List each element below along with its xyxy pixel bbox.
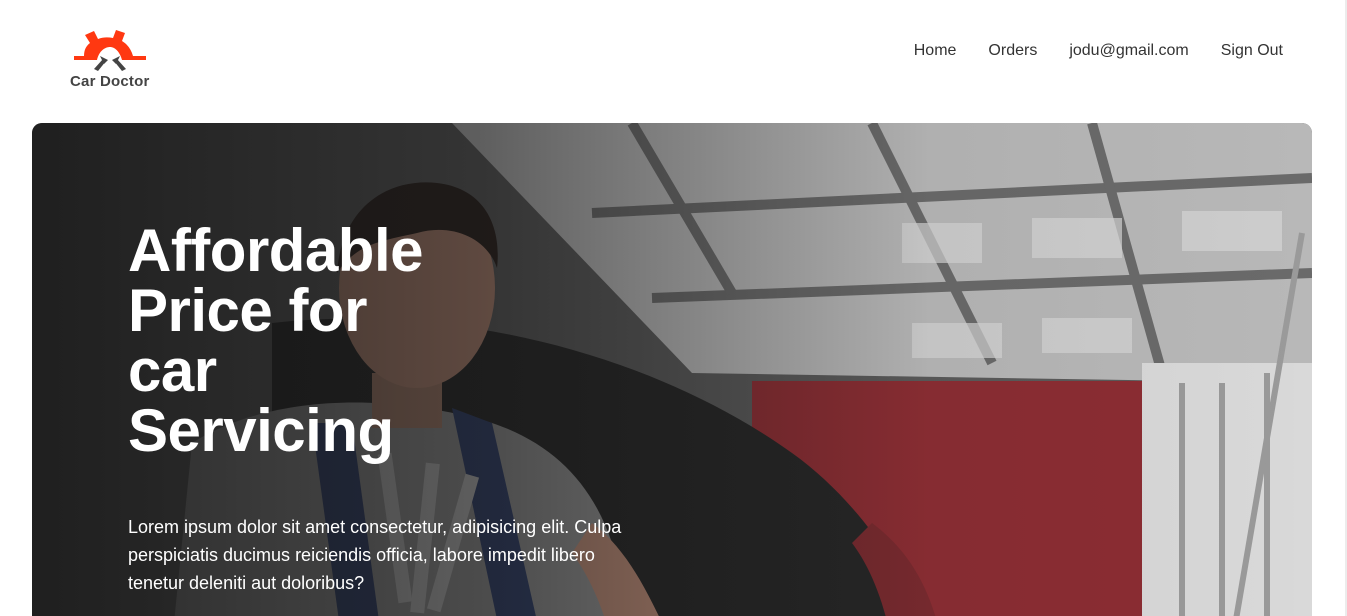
nav-sign-out-link[interactable]: Sign Out <box>1221 41 1283 61</box>
navbar: Car Doctor Home Orders jodu@gmail.com Si… <box>0 0 1347 112</box>
logo[interactable]: Car Doctor <box>70 26 154 96</box>
gear-wrench-logo-icon <box>74 30 146 71</box>
hero-description: Lorem ipsum dolor sit amet consectetur, … <box>128 517 622 593</box>
hero-content: Affordable Price for car Servicing Lorem… <box>128 221 648 597</box>
nav-home-link[interactable]: Home <box>914 41 957 61</box>
brand-name: Car Doctor <box>70 73 150 90</box>
hero-banner: Affordable Price for car Servicing Lorem… <box>32 123 1312 616</box>
nav-user-email-link[interactable]: jodu@gmail.com <box>1069 41 1188 61</box>
main-nav: Home Orders jodu@gmail.com Sign Out <box>914 41 1283 61</box>
hero-title: Affordable Price for car Servicing <box>128 217 424 464</box>
nav-orders-link[interactable]: Orders <box>988 41 1037 61</box>
